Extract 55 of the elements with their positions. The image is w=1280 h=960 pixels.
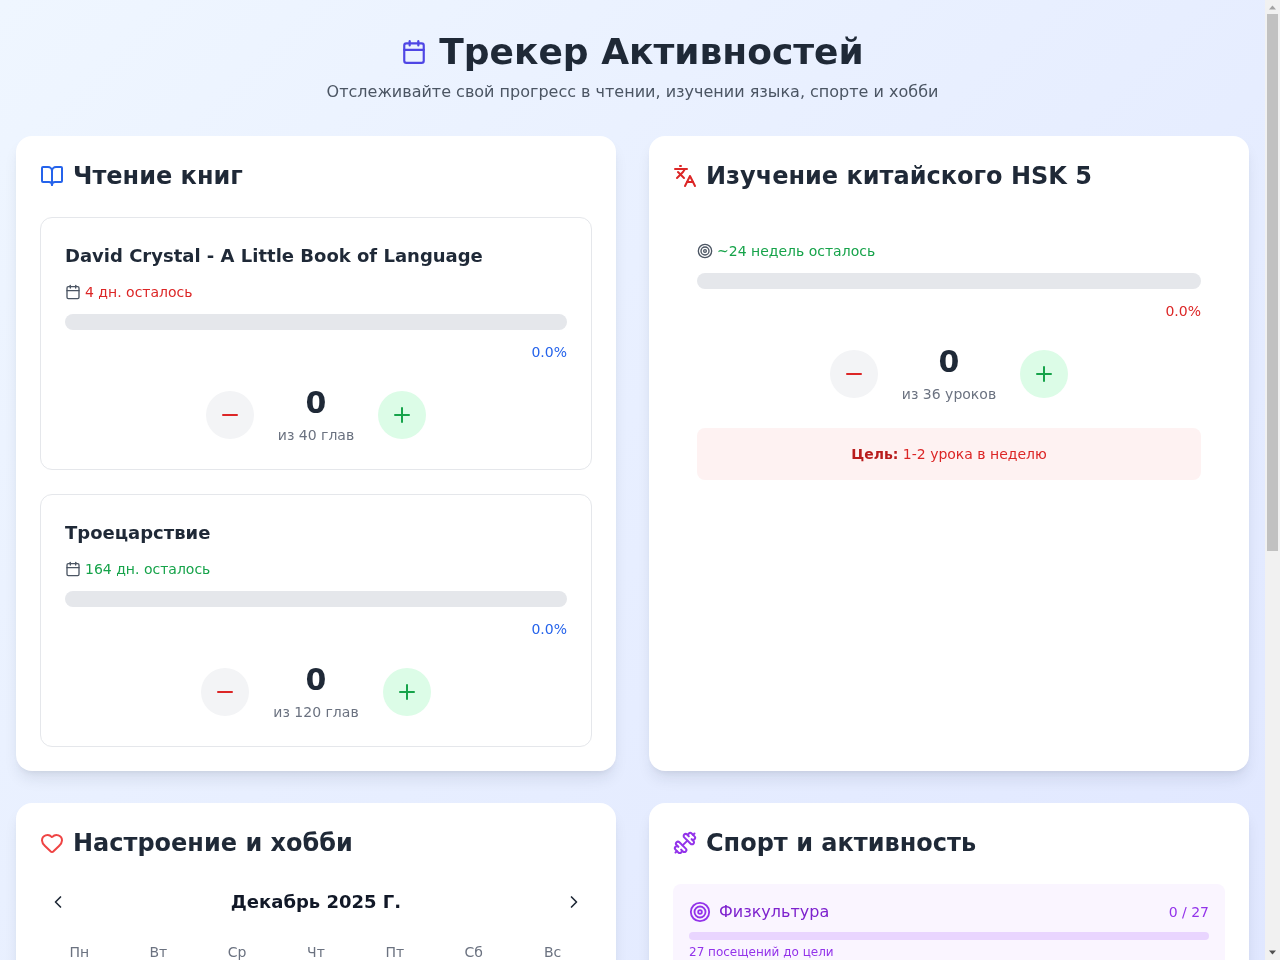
calendar-icon [65,284,81,300]
minus-icon [845,373,862,375]
goal-note: Цель: 1-2 урока в неделю [697,428,1201,480]
scrollbar-thumb[interactable] [1267,14,1278,551]
weeks-left: ~24 недель осталось [717,242,876,261]
minus-icon [221,414,238,416]
progress-percent: 0.0% [531,620,567,639]
count-total: из 36 уроков [901,385,997,404]
scrollbar[interactable] [1265,0,1280,960]
activity-note: 27 посещений до цели [689,945,834,959]
weekday-label: Вс [543,943,562,960]
count-value: 0 [305,385,327,421]
card-title: Спорт и активность [706,828,977,859]
progress-percent: 0.0% [1165,302,1201,321]
plus-icon [1036,366,1053,382]
target-icon [689,901,711,923]
weekday-label: Вт [149,943,168,960]
weekday-label: Пт [385,943,405,960]
page-title: Трекер Активностей [439,32,864,72]
calendar-icon [65,561,81,577]
count-value: 0 [305,662,327,698]
count-value: 0 [938,344,960,380]
dumbbell-icon [673,831,697,855]
count-total: из 40 глав [277,426,355,445]
card-title: Изучение китайского HSK 5 [706,161,1092,192]
weekday-label: Сб [464,943,483,960]
decrement-button[interactable] [201,668,250,716]
card-title: Чтение книг [73,161,243,192]
increment-button[interactable] [378,391,427,439]
weekday-label: Пн [69,943,90,960]
card-title: Настроение и хобби [73,828,353,859]
decrement-button[interactable] [205,391,254,439]
plus-icon [398,684,415,700]
weekday-label: Чт [307,943,325,960]
progress-percent: 0.0% [531,343,567,362]
activity-name: Физкультура [719,901,830,923]
book-title: Троецарствие [65,521,212,545]
weekday-label: Ср [227,943,247,960]
open-book-icon [40,164,64,188]
calendar-icon [401,39,428,65]
book-title: David Crystal - A Little Book of Language [65,244,484,268]
days-left: 4 дн. осталось [85,283,193,302]
heart-icon [40,831,64,855]
increment-button[interactable] [1020,350,1069,398]
plus-icon [394,407,411,423]
days-left: 164 дн. осталось [85,560,211,579]
minus-icon [217,691,234,693]
increment-button[interactable] [382,668,431,716]
decrement-button[interactable] [829,350,878,398]
target-icon [697,243,713,259]
activity-progress: 0 / 27 [1168,903,1209,922]
count-total: из 120 глав [273,703,359,722]
month-label: Декабрь 2025 Г. [230,890,402,914]
page-subtitle: Отслеживайте свой прогресс в чтении, изучении языка, спорте и хобби [326,81,939,103]
translate-icon [673,164,697,188]
